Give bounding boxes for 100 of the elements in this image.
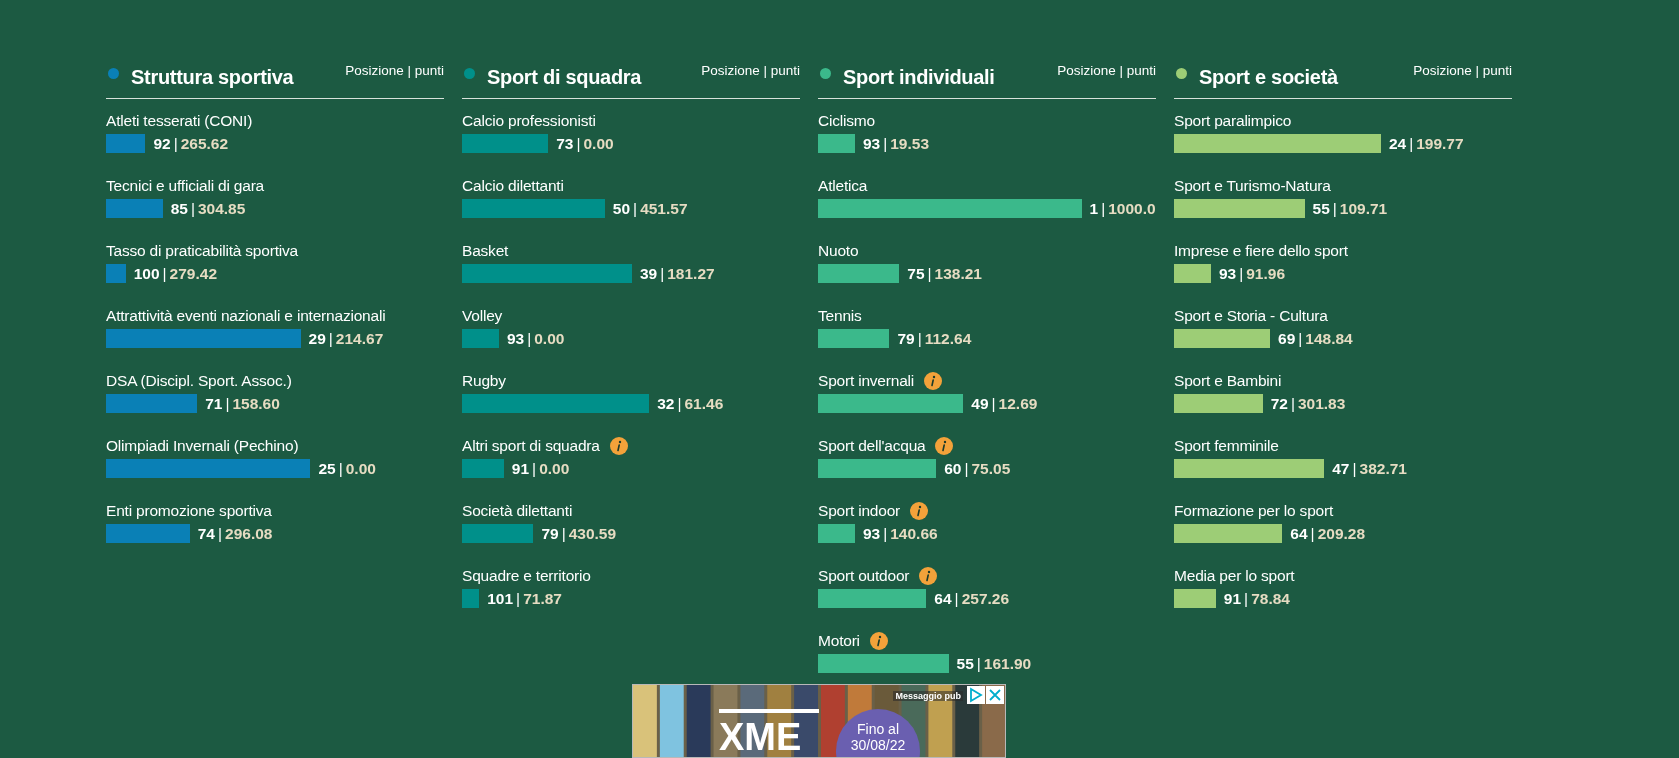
metric-label: Sport indoor: [818, 502, 901, 520]
score-value: 12.69: [998, 395, 1038, 413]
rank-value: 73: [556, 135, 574, 153]
legend-label: Posizione | punti: [701, 63, 800, 78]
metric-label: Formazione per lo sport: [1174, 502, 1334, 520]
bar: [818, 134, 855, 153]
metric-label: Sport e Turismo-Natura: [1174, 177, 1331, 195]
score-value: 158.60: [232, 395, 280, 413]
promo-text: 30/08/22: [850, 737, 906, 753]
metric-label: Sport outdoor: [818, 567, 910, 585]
close-icon[interactable]: [986, 686, 1004, 704]
score-value: 161.90: [983, 655, 1032, 673]
score-value: 296.08: [225, 525, 273, 543]
metric-label: Rugby: [462, 372, 506, 390]
metric-label: Sport paralimpico: [1174, 112, 1292, 130]
score-value: 148.84: [1305, 330, 1353, 348]
separator: |: [954, 590, 959, 608]
separator: |: [1239, 265, 1244, 283]
metric-label: Basket: [462, 242, 509, 260]
info-icon[interactable]: [609, 437, 628, 455]
rank-value: 55: [956, 655, 974, 673]
rank-value: 91: [511, 460, 530, 478]
bar: [1174, 589, 1216, 608]
metric-label: DSA (Discipl. Sport. Assoc.): [106, 372, 292, 390]
score-value: 78.84: [1251, 590, 1290, 608]
rank-value: 32: [657, 395, 675, 413]
metric-label: Sport femminile: [1174, 437, 1279, 455]
metric-label: Sport dell'acqua: [818, 437, 926, 455]
separator: |: [917, 330, 922, 348]
score-value: 91.96: [1246, 265, 1285, 283]
panel-title: Sport individuali: [843, 66, 995, 89]
bar: [462, 329, 499, 348]
bar: [818, 524, 855, 543]
metric-label: Società dilettanti: [462, 502, 573, 520]
adchoices-icon[interactable]: [967, 686, 985, 704]
separator: |: [1409, 135, 1414, 153]
panel-title: Sport di squadra: [487, 66, 642, 89]
score-value: 75.05: [971, 460, 1011, 478]
score-value: 0.00: [534, 330, 565, 348]
separator: |: [532, 460, 537, 478]
separator: |: [1101, 200, 1106, 218]
rank-value: 79: [897, 330, 915, 348]
separator: |: [338, 460, 343, 478]
rank-value: 64: [1290, 525, 1308, 543]
metric-label: Motori: [818, 632, 860, 650]
rank-value: 55: [1312, 200, 1330, 218]
info-icon[interactable]: [924, 372, 943, 390]
panel-title: Struttura sportiva: [131, 66, 294, 89]
separator: |: [660, 265, 665, 283]
panel-title: Sport e società: [1199, 66, 1338, 89]
separator: |: [883, 135, 888, 153]
separator: |: [527, 330, 532, 348]
metric-label: Ciclismo: [818, 112, 875, 130]
separator: |: [883, 525, 888, 543]
info-icon[interactable]: [910, 502, 929, 520]
rank-value: 93: [862, 525, 881, 543]
score-value: 304.85: [197, 200, 246, 218]
score-value: 382.71: [1359, 460, 1407, 478]
metric-label: Atleti tesserati (CONI): [106, 112, 253, 130]
score-value: 19.53: [890, 135, 929, 153]
metric-label: Enti promozione sportiva: [106, 502, 272, 520]
score-value: 301.83: [1297, 395, 1346, 413]
separator: |: [190, 200, 195, 218]
bar: [106, 134, 146, 153]
score-value: 214.67: [335, 330, 384, 348]
separator: |: [1298, 330, 1303, 348]
info-icon[interactable]: [935, 437, 954, 455]
separator: |: [1352, 460, 1357, 478]
score-value: 199.77: [1416, 135, 1464, 153]
score-value: 451.57: [640, 200, 688, 218]
rank-value: 49: [971, 395, 989, 413]
score-value: 140.66: [890, 525, 938, 543]
bar: [462, 589, 480, 608]
score-value: 209.28: [1317, 525, 1366, 543]
rank-value: 24: [1388, 135, 1407, 153]
metric-label: Altri sport di squadra: [462, 437, 600, 455]
metric-label: Tasso di praticabilità sportiva: [106, 242, 298, 260]
legend-label: Posizione | punti: [1413, 63, 1512, 78]
separator: |: [677, 395, 682, 413]
score-value: 71.87: [523, 590, 562, 608]
separator: |: [1290, 395, 1295, 413]
score-value: 265.62: [180, 135, 229, 153]
brand-logo: XME: [719, 717, 802, 757]
advert-banner[interactable]: XME Fino al 30/08/22 Messaggio pub: [632, 684, 1006, 758]
info-icon[interactable]: [869, 632, 888, 650]
separator: |: [1244, 590, 1249, 608]
score-value: 430.59: [568, 525, 617, 543]
bar: [818, 329, 890, 348]
score-value: 1000.0: [1108, 200, 1156, 218]
metric-label: Calcio professionisti: [462, 112, 596, 130]
info-icon[interactable]: [919, 567, 938, 585]
rank-value: 79: [541, 525, 559, 543]
metric-label: Atletica: [818, 177, 868, 195]
metric-label: Calcio dilettanti: [462, 177, 564, 195]
score-value: 0.00: [583, 135, 614, 153]
rank-value: 72: [1270, 395, 1288, 413]
separator: |: [218, 525, 222, 543]
score-value: 181.27: [667, 265, 715, 283]
score-value: 61.46: [684, 395, 724, 413]
metric-label: Sport e Bambini: [1174, 372, 1282, 390]
